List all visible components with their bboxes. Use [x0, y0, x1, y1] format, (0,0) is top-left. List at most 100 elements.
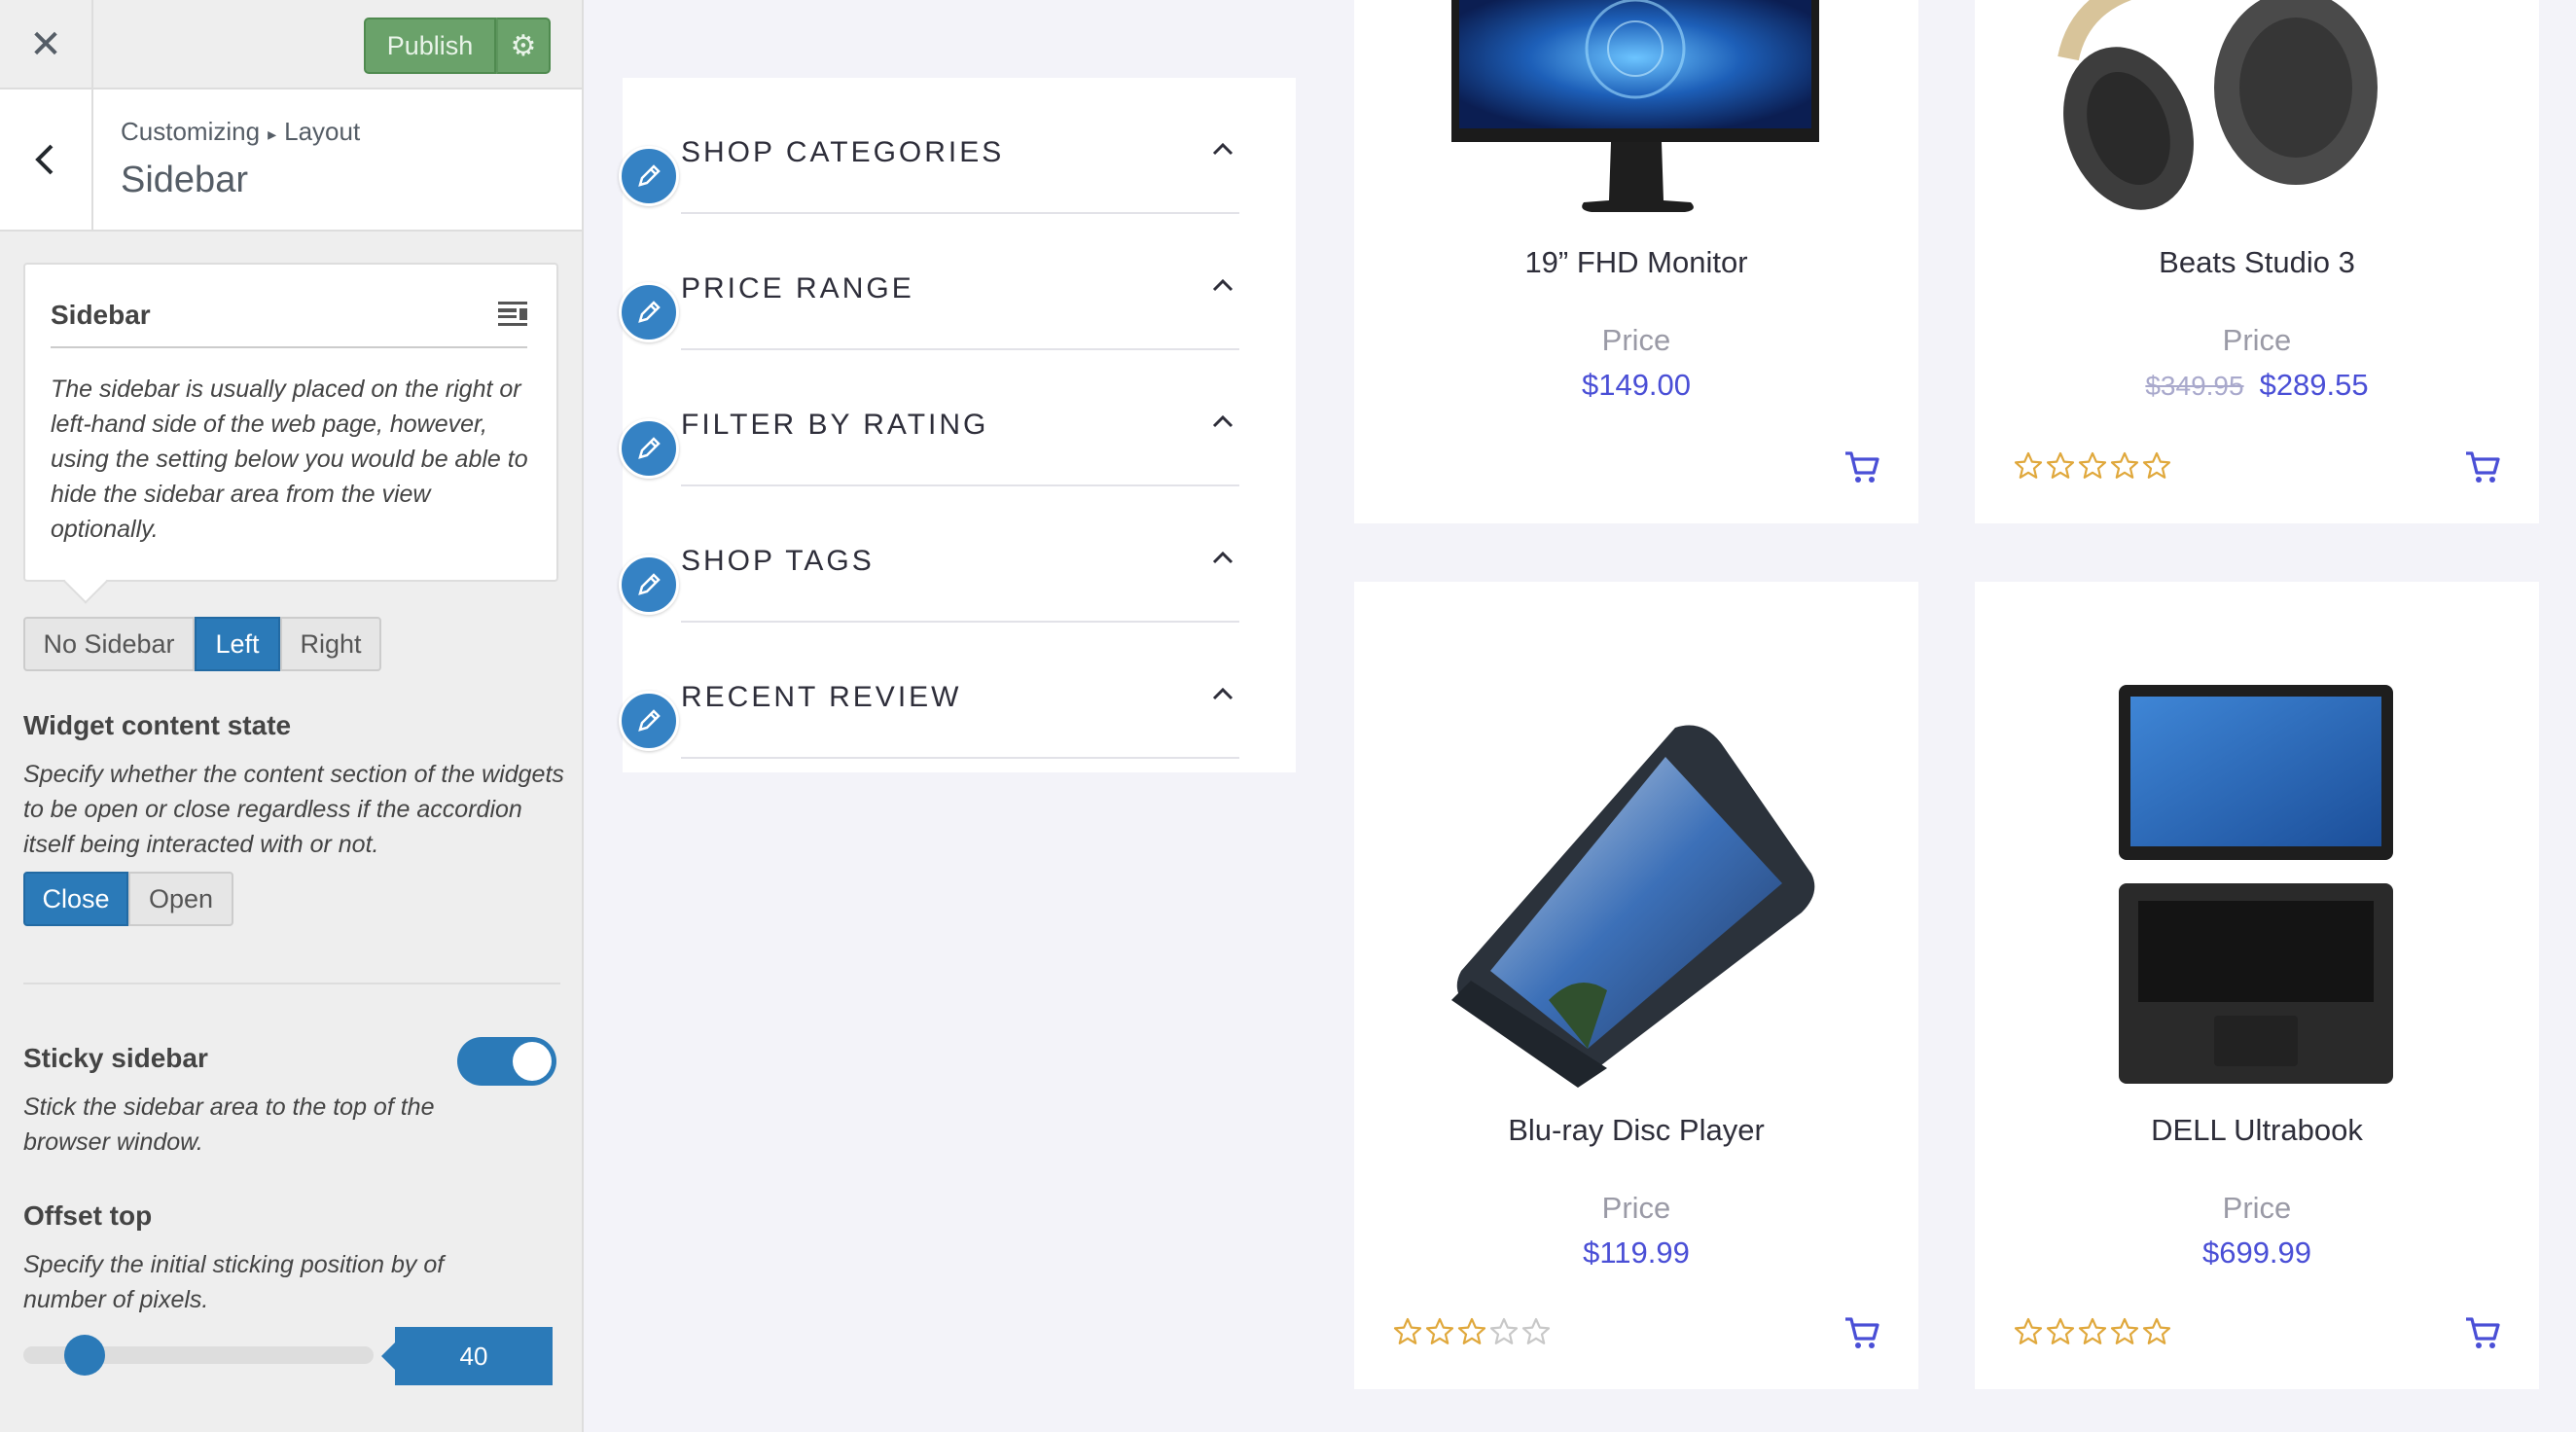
- close-icon: ✕: [29, 22, 62, 67]
- monitor-image[interactable]: [1354, 0, 1918, 224]
- star-rating: [1393, 1317, 1551, 1346]
- dell-ultrabook-image[interactable]: [1975, 679, 2539, 1088]
- star-filled-icon: [1393, 1317, 1422, 1344]
- edit-shortcut-pencil-icon[interactable]: [619, 555, 679, 615]
- widget-recent-review[interactable]: RECENT REVIEW: [681, 623, 1239, 759]
- sticky-sidebar-toggle[interactable]: [457, 1037, 556, 1086]
- pencil-icon: [638, 437, 661, 459]
- offset-top-description: Specify the initial sticking position by…: [23, 1251, 445, 1313]
- widget-title: SHOP TAGS: [681, 545, 875, 577]
- section-title: Sidebar: [121, 160, 248, 200]
- product-card[interactable]: Blu-ray Disc Player Price $119.99: [1354, 582, 1918, 1389]
- info-title: Sidebar: [51, 300, 151, 330]
- widget-title: FILTER BY RATING: [681, 409, 989, 441]
- open-state-button[interactable]: Open: [128, 872, 233, 926]
- widget-price-range[interactable]: PRICE RANGE: [681, 214, 1239, 350]
- star-empty-icon: [1489, 1317, 1519, 1344]
- price-label: Price: [2222, 1191, 2292, 1225]
- toggle-knob: [513, 1042, 552, 1081]
- chevron-up-icon[interactable]: [1212, 278, 1234, 292]
- close-state-button[interactable]: Close: [23, 872, 128, 926]
- widget-title: PRICE RANGE: [681, 272, 914, 304]
- product-name[interactable]: Blu-ray Disc Player: [1354, 1113, 1918, 1148]
- edit-shortcut-pencil-icon[interactable]: [619, 282, 679, 342]
- add-to-cart-icon[interactable]: [2463, 1313, 2502, 1352]
- sidebar-layout-icon: [498, 302, 527, 326]
- chevron-up-icon[interactable]: [1212, 142, 1234, 156]
- breadcrumb-current: Layout: [284, 117, 361, 146]
- edit-shortcut-pencil-icon[interactable]: [619, 691, 679, 751]
- pencil-icon: [638, 573, 661, 595]
- widget-shop-categories[interactable]: SHOP CATEGORIES: [681, 78, 1239, 214]
- price-old: $349.95: [2145, 371, 2244, 401]
- product-price: $349.95 $289.55: [1975, 368, 2539, 403]
- product-card[interactable]: DELL Ultrabook Price $699.99: [1975, 582, 2539, 1389]
- edit-shortcut-pencil-icon[interactable]: [619, 418, 679, 479]
- widget-title: SHOP CATEGORIES: [681, 136, 1005, 168]
- star-empty-icon: [2110, 451, 2139, 479]
- add-to-cart-icon[interactable]: [2463, 448, 2502, 486]
- star-rating: [2014, 1317, 2171, 1346]
- customizer-header: ✕ Publish ⚙: [0, 0, 582, 90]
- star-filled-icon: [1457, 1317, 1486, 1344]
- back-button[interactable]: [0, 90, 93, 230]
- star-empty-icon: [2142, 1317, 2171, 1344]
- widget-state-group: Close Open: [23, 872, 233, 926]
- left-sidebar-button[interactable]: Left: [195, 617, 280, 671]
- no-sidebar-button[interactable]: No Sidebar: [23, 617, 195, 671]
- price-current: $149.00: [1581, 368, 1692, 402]
- product-price: $149.00: [1354, 368, 1918, 403]
- info-description: The sidebar is usually placed on the rig…: [51, 376, 528, 543]
- settings-divider: [23, 983, 560, 984]
- offset-value-field[interactable]: 40: [381, 1327, 553, 1385]
- pencil-icon: [638, 301, 661, 323]
- close-customizer-button[interactable]: ✕: [0, 0, 93, 90]
- blu-ray-player-image[interactable]: [1354, 679, 1918, 1088]
- product-name[interactable]: 19” FHD Monitor: [1354, 245, 1918, 280]
- price-current: $699.99: [2201, 1235, 2312, 1270]
- publish-group: Publish ⚙: [364, 18, 551, 74]
- offset-slider-thumb[interactable]: [64, 1335, 105, 1376]
- pencil-icon: [638, 164, 661, 187]
- price-current: $119.99: [1583, 1235, 1690, 1270]
- breadcrumb: Customizing ▸ Layout: [121, 117, 360, 147]
- widget-state-label: Widget content state: [23, 710, 292, 740]
- star-empty-icon: [2046, 451, 2075, 479]
- star-empty-icon: [1521, 1317, 1551, 1344]
- product-name[interactable]: Beats Studio 3: [1975, 245, 2539, 280]
- star-empty-icon: [2046, 1317, 2075, 1344]
- chevron-left-icon: [35, 144, 54, 175]
- headphones-image[interactable]: [1975, 0, 2539, 224]
- star-empty-icon: [2110, 1317, 2139, 1344]
- price-label: Price: [1601, 323, 1671, 357]
- chevron-up-icon[interactable]: [1212, 414, 1234, 428]
- sticky-sidebar-description: Stick the sidebar area to the top of the…: [23, 1093, 435, 1156]
- widget-filter-by-rating[interactable]: FILTER BY RATING: [681, 350, 1239, 486]
- product-name[interactable]: DELL Ultrabook: [1975, 1113, 2539, 1148]
- add-to-cart-icon[interactable]: [1843, 448, 1881, 486]
- add-to-cart-icon[interactable]: [1843, 1313, 1881, 1352]
- product-card[interactable]: Beats Studio 3 Price $349.95 $289.55: [1975, 0, 2539, 523]
- section-header: Customizing ▸ Layout Sidebar: [0, 90, 582, 232]
- edit-shortcut-pencil-icon[interactable]: [619, 146, 679, 206]
- shop-sidebar-widgets: SHOP CATEGORIES PRICE RANGE FILTER BY RA…: [619, 78, 1296, 772]
- publish-button[interactable]: Publish: [364, 18, 496, 74]
- chevron-up-icon[interactable]: [1212, 687, 1234, 700]
- widget-title: RECENT REVIEW: [681, 681, 962, 713]
- price-current: $289.55: [2259, 368, 2369, 402]
- gear-icon: ⚙: [510, 28, 537, 63]
- pencil-icon: [638, 709, 661, 732]
- price-label: Price: [2222, 323, 2292, 357]
- price-label: Price: [1601, 1191, 1671, 1225]
- publish-settings-button[interactable]: ⚙: [496, 18, 551, 74]
- chevron-up-icon[interactable]: [1212, 551, 1234, 564]
- right-sidebar-button[interactable]: Right: [280, 617, 381, 671]
- breadcrumb-root: Customizing: [121, 117, 261, 146]
- star-filled-icon: [1425, 1317, 1454, 1344]
- star-empty-icon: [2014, 451, 2043, 479]
- widget-state-description: Specify whether the content section of t…: [23, 761, 564, 858]
- customizer-panel: ✕ Publish ⚙ Customizing ▸ Layout Sidebar S…: [0, 0, 584, 1432]
- widget-shop-tags[interactable]: SHOP TAGS: [681, 486, 1239, 623]
- product-card[interactable]: 19” FHD Monitor Price $149.00: [1354, 0, 1918, 523]
- star-rating: [2014, 451, 2171, 481]
